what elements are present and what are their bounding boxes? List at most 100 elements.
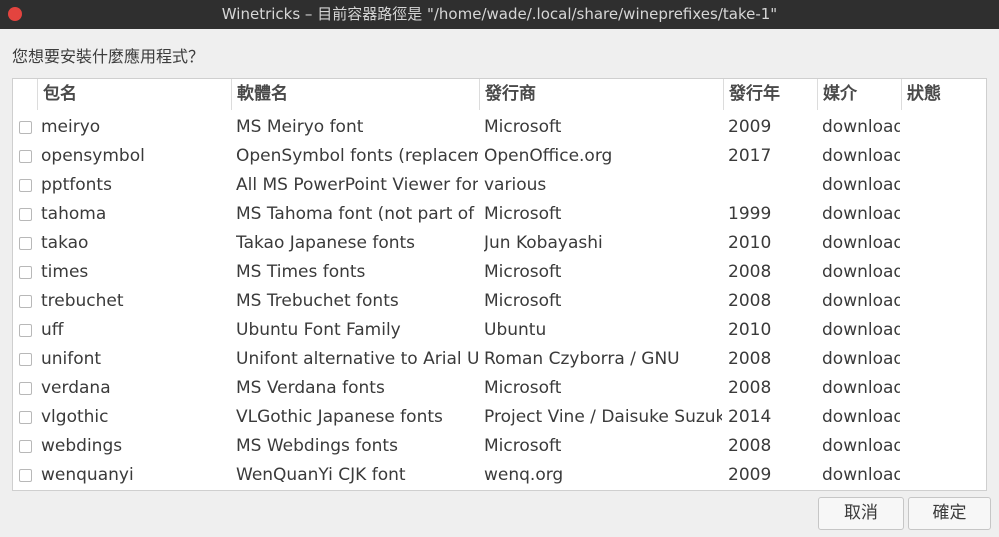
table-row[interactable]: opensymbol OpenSymbol fonts (replacement …: [13, 142, 986, 171]
cell-software-name: MS Meiryo font: [236, 117, 364, 137]
table-row[interactable]: tahoma MS Tahoma font (not part of core f…: [13, 200, 986, 229]
cell-media: download: [822, 320, 900, 340]
cell-year: [728, 171, 816, 200]
ok-button[interactable]: 確定: [908, 497, 991, 530]
cell-publisher: Microsoft: [484, 262, 562, 282]
cell-media: download: [822, 204, 900, 224]
cell-year: 2009: [728, 465, 772, 485]
cell-software-name: MS Tahoma font (not part of core fonts): [236, 204, 478, 224]
cell-media: download: [822, 262, 900, 282]
table-row[interactable]: vlgothic VLGothic Japanese fonts Project V…: [13, 403, 986, 432]
cell-media: download: [822, 291, 900, 311]
package-table: 包名 軟體名 發行商 發行年 媒介 狀態 meiryo MS Meiryo fon…: [12, 78, 987, 491]
cell-media: download: [822, 349, 900, 369]
cell-publisher: Microsoft: [484, 378, 562, 398]
cell-media: download: [822, 407, 900, 427]
column-header-publisher[interactable]: 發行商: [479, 79, 723, 110]
cell-software-name: WenQuanYi CJK font: [236, 465, 406, 485]
cell-media: download: [822, 378, 900, 398]
row-checkbox[interactable]: [19, 150, 32, 163]
cell-year: 2017: [728, 146, 772, 166]
cell-software-name: Takao Japanese fonts: [236, 233, 416, 253]
cell-year: 2008: [728, 262, 772, 282]
cell-package-name: tahoma: [41, 204, 107, 224]
table-row[interactable]: trebuchet MS Trebuchet fonts Microsoft 2008…: [13, 287, 986, 316]
cell-media: download: [822, 436, 900, 456]
cell-package-name: wenquanyi: [41, 465, 134, 485]
cell-software-name: MS Trebuchet fonts: [236, 291, 399, 311]
cell-year: 2008: [728, 436, 772, 456]
cell-package-name: trebuchet: [41, 291, 124, 311]
row-checkbox[interactable]: [19, 440, 32, 453]
table-row[interactable]: meiryo MS Meiryo font Microsoft 2009 downloa…: [13, 113, 986, 142]
table-row[interactable]: pptfonts All MS PowerPoint Viewer fonts va…: [13, 171, 986, 200]
cell-year: 2010: [728, 320, 772, 340]
row-checkbox[interactable]: [19, 121, 32, 134]
table-row[interactable]: unifont Unifont alternative to Arial Unic…: [13, 345, 986, 374]
cell-software-name: VLGothic Japanese fonts: [236, 407, 443, 427]
cell-software-name: Ubuntu Font Family: [236, 320, 401, 340]
cell-software-name: MS Verdana fonts: [236, 378, 385, 398]
table-header: 包名 軟體名 發行商 發行年 媒介 狀態: [13, 79, 986, 110]
table-row[interactable]: wenquanyi WenQuanYi CJK font wenq.org 2009 d…: [13, 461, 986, 490]
cell-package-name: pptfonts: [41, 175, 112, 195]
row-checkbox[interactable]: [19, 179, 32, 192]
cell-year: 2008: [728, 291, 772, 311]
row-checkbox[interactable]: [19, 266, 32, 279]
cell-year: 2008: [728, 378, 772, 398]
window-title: Winetricks – 目前容器路徑是 "/home/wade/.local/…: [221, 5, 778, 23]
column-header-status[interactable]: 狀態: [901, 79, 986, 110]
table-row[interactable]: times MS Times fonts Microsoft 2008 download: [13, 258, 986, 287]
cell-media: download: [822, 117, 900, 137]
cell-year: 2009: [728, 117, 772, 137]
prompt-label: 您想要安裝什麼應用程式？: [12, 47, 205, 66]
cell-media: download: [822, 175, 900, 195]
row-checkbox[interactable]: [19, 295, 32, 308]
cell-publisher: various: [484, 175, 547, 195]
column-header-year[interactable]: 發行年: [723, 79, 817, 110]
cell-publisher: Jun Kobayashi: [484, 233, 603, 253]
cell-package-name: unifont: [41, 349, 102, 369]
cell-publisher: Ubuntu: [484, 320, 547, 340]
cell-package-name: times: [41, 262, 89, 282]
row-checkbox[interactable]: [19, 469, 32, 482]
column-header-software-name[interactable]: 軟體名: [231, 79, 479, 110]
cell-package-name: uff: [41, 320, 64, 340]
cancel-button[interactable]: 取消: [818, 497, 904, 530]
column-header-package-name[interactable]: 包名: [37, 79, 231, 110]
cell-year: 2008: [728, 349, 772, 369]
row-checkbox[interactable]: [19, 411, 32, 424]
cell-publisher: Microsoft: [484, 291, 562, 311]
cell-year: 2014: [728, 407, 772, 427]
cell-package-name: takao: [41, 233, 89, 253]
row-checkbox[interactable]: [19, 208, 32, 221]
cell-year: 1999: [728, 204, 772, 224]
cell-publisher: OpenOffice.org: [484, 146, 613, 166]
cell-publisher: Project Vine / Daisuke Suzuki: [484, 407, 722, 427]
cell-package-name: meiryo: [41, 117, 101, 137]
cell-publisher: wenq.org: [484, 465, 564, 485]
row-checkbox[interactable]: [19, 353, 32, 366]
cell-package-name: verdana: [41, 378, 111, 398]
cell-software-name: All MS PowerPoint Viewer fonts: [236, 175, 478, 195]
cell-software-name: Unifont alternative to Arial Unicode MS: [236, 349, 478, 369]
table-row[interactable]: verdana MS Verdana fonts Microsoft 2008 down…: [13, 374, 986, 403]
cell-media: download: [822, 233, 900, 253]
table-row[interactable]: uff Ubuntu Font Family Ubuntu 2010 download: [13, 316, 986, 345]
row-checkbox[interactable]: [19, 237, 32, 250]
cell-publisher: Roman Czyborra / GNU: [484, 349, 680, 369]
cell-publisher: Microsoft: [484, 436, 562, 456]
cell-package-name: vlgothic: [41, 407, 109, 427]
cell-package-name: webdings: [41, 436, 123, 456]
title-bar: Winetricks – 目前容器路徑是 "/home/wade/.local/…: [0, 0, 999, 29]
row-checkbox[interactable]: [19, 324, 32, 337]
row-checkbox[interactable]: [19, 382, 32, 395]
table-row[interactable]: takao Takao Japanese fonts Jun Kobayashi 20…: [13, 229, 986, 258]
cell-year: 2010: [728, 233, 772, 253]
cell-software-name: OpenSymbol fonts (replacement for Wingdi…: [236, 146, 478, 166]
table-row[interactable]: webdings MS Webdings fonts Microsoft 2008 do…: [13, 432, 986, 461]
cell-package-name: opensymbol: [41, 146, 145, 166]
cell-media: download: [822, 146, 900, 166]
cell-publisher: Microsoft: [484, 204, 562, 224]
column-header-media[interactable]: 媒介: [817, 79, 901, 110]
